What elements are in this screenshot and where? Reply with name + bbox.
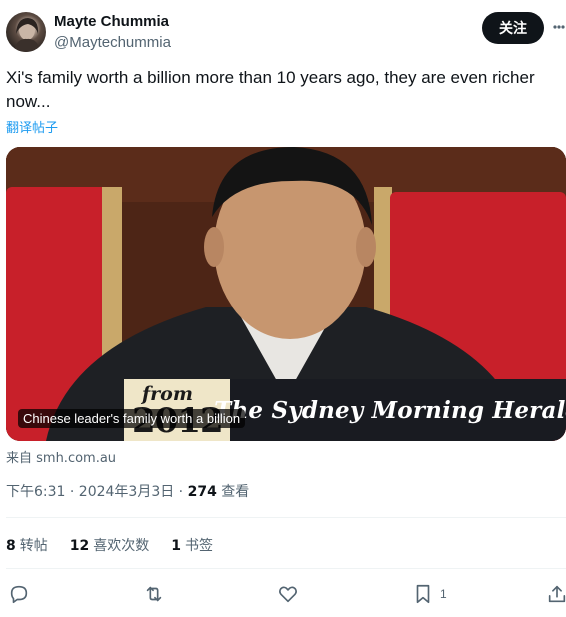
timestamp[interactable]: 下午6:31 · 2024年3月3日 · — [6, 484, 188, 500]
share-icon — [548, 585, 566, 603]
reply-icon — [10, 585, 28, 604]
reposts-count: 8 — [6, 538, 16, 554]
card-source[interactable]: 来自 smh.com.au — [6, 447, 116, 466]
engagement-stats: 8 转帖 12 喜欢次数 1 书签 — [6, 535, 213, 555]
likes-count: 12 — [69, 538, 90, 554]
reposts-label: 转帖 — [19, 538, 48, 554]
tweet-text: Xi's family worth a billion more than 10… — [6, 68, 535, 111]
like-icon — [279, 586, 297, 603]
author-name[interactable]: Mayte Chummia — [54, 13, 169, 30]
like-button[interactable] — [277, 582, 299, 606]
more-icon[interactable] — [552, 17, 566, 37]
author-handle[interactable]: @Maytechummia — [54, 34, 171, 51]
likes-stat[interactable]: 12 喜欢次数 — [70, 535, 149, 555]
masthead-text: The Sydney Morning Herald — [214, 396, 566, 424]
repost-button[interactable] — [143, 582, 165, 606]
avatar[interactable] — [6, 12, 46, 52]
bookmark-count: 1 — [440, 587, 447, 601]
bookmarks-label: 书签 — [184, 538, 213, 554]
bookmark-icon — [416, 584, 430, 604]
follow-button[interactable]: 关注 — [482, 12, 544, 44]
bookmarks-count: 1 — [171, 538, 181, 554]
views-count: 274 — [187, 484, 217, 500]
tweet-meta: 下午6:31 · 2024年3月3日 · 274 查看 — [6, 481, 249, 501]
repost-icon — [146, 586, 162, 602]
reposts-stat[interactable]: 8 转帖 — [6, 535, 48, 555]
likes-label: 喜欢次数 — [93, 538, 150, 554]
masthead-banner: The Sydney Morning Herald — [214, 379, 566, 441]
reply-button[interactable] — [8, 582, 30, 606]
divider — [6, 568, 566, 569]
bookmark-button[interactable]: 1 — [412, 582, 447, 606]
share-button[interactable] — [546, 582, 566, 606]
divider — [6, 517, 566, 518]
translate-link[interactable]: 翻译帖子 — [6, 117, 58, 136]
link-card[interactable]: from 2012 The Sydney Morning Herald Chin… — [6, 147, 566, 441]
bookmarks-stat[interactable]: 1 书签 — [171, 535, 213, 555]
card-title[interactable]: Chinese leader's family worth a billion — [18, 409, 246, 428]
views-label: 查看 — [216, 484, 250, 500]
